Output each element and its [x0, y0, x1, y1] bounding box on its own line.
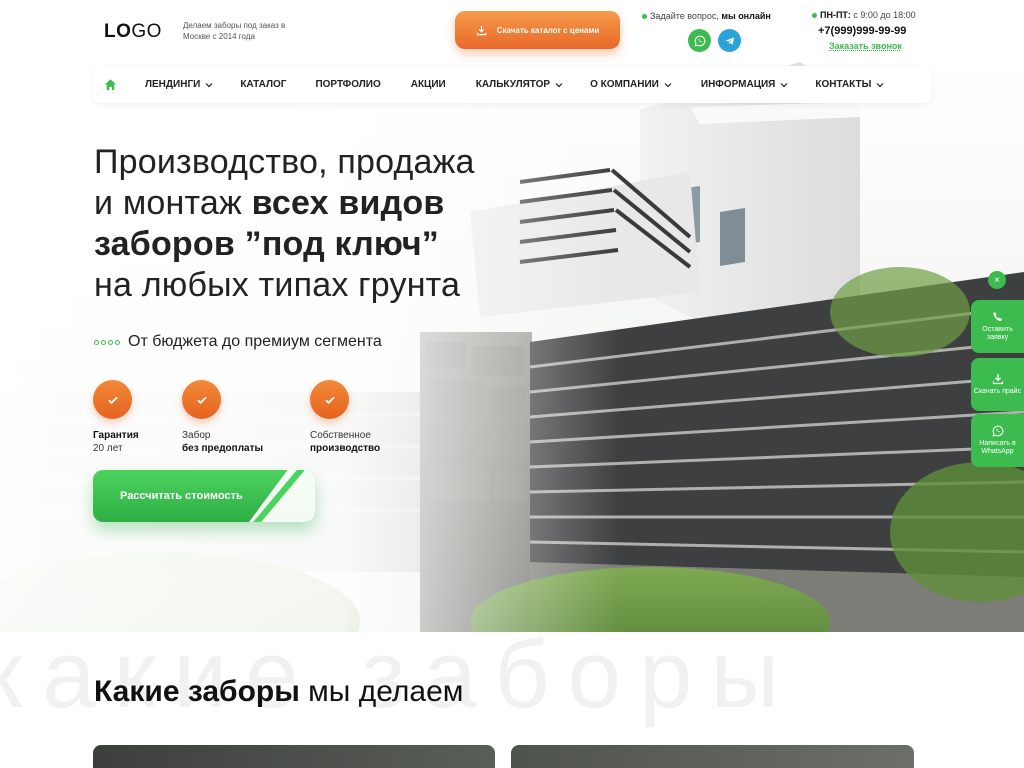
check-icon: [93, 380, 132, 419]
nav-item-contacts[interactable]: КОНТАКТЫ: [815, 66, 884, 103]
hours-dot-icon: [812, 13, 817, 19]
rings-icon: [94, 339, 120, 345]
feature-guarantee: Гарантия 20 лет: [93, 380, 139, 455]
site-header: LOGO Делаем заборы под заказ в Москве с …: [0, 0, 1024, 62]
chevron-down-icon: [780, 82, 788, 87]
whatsapp-icon: [992, 425, 1003, 437]
download-catalog-label: Скачать каталог с ценами: [496, 25, 600, 35]
nav-item-portfolio[interactable]: ПОРТФОЛИО: [315, 66, 380, 103]
hero-headline: Производство, продажа и монтаж всех видо…: [94, 143, 475, 304]
nav-item-catalog[interactable]: КАТАЛОГ: [240, 66, 286, 103]
callback-link[interactable]: Заказать звонок: [829, 41, 902, 51]
calculate-cost-button[interactable]: Рассчитать стоимость: [93, 470, 315, 522]
chevron-down-icon: [555, 82, 563, 87]
chevron-down-icon: [205, 82, 213, 87]
messenger-links: [688, 29, 741, 52]
hero-section: ЛЕНДИНГИ КАТАЛОГ ПОРТФОЛИО АКЦИИ КАЛЬКУЛ…: [0, 62, 1024, 632]
section-title: Какие заборы мы делаем: [94, 675, 464, 708]
tagline: Делаем заборы под заказ в Москве с 2014 …: [183, 21, 286, 41]
main-navigation: ЛЕНДИНГИ КАТАЛОГ ПОРТФОЛИО АКЦИИ КАЛЬКУЛ…: [93, 66, 931, 103]
calculate-cost-label: Рассчитать стоимость: [120, 490, 243, 502]
phone-number[interactable]: +7(999)999-99-99: [818, 25, 906, 37]
download-icon: [476, 25, 486, 35]
hero-subline: От бюджета до премиум сегмента: [94, 333, 382, 351]
download-icon: [992, 374, 1003, 385]
nav-item-calculator[interactable]: КАЛЬКУЛЯТОР: [476, 66, 563, 103]
fence-type-card[interactable]: [93, 745, 495, 768]
online-dot-icon: [642, 14, 647, 20]
nav-item-landings[interactable]: ЛЕНДИНГИ: [145, 66, 213, 103]
fence-type-card[interactable]: [511, 745, 914, 768]
check-icon: [182, 380, 221, 419]
telegram-icon[interactable]: [718, 29, 741, 52]
home-icon[interactable]: [93, 66, 127, 103]
check-icon: [310, 380, 349, 419]
download-price-button[interactable]: Скачать прайс: [971, 358, 1024, 411]
nav-item-information[interactable]: ИНФОРМАЦИЯ: [701, 66, 789, 103]
logo[interactable]: LOGO: [104, 21, 162, 43]
whatsapp-icon[interactable]: [688, 29, 711, 52]
request-button[interactable]: Оставить заявку: [971, 300, 1024, 353]
chevron-down-icon: [664, 82, 672, 87]
whatsapp-button[interactable]: Написать в WhatsApp: [971, 414, 1024, 467]
chevron-down-icon: [877, 82, 884, 87]
feature-own-production: Собственное производство: [310, 380, 380, 455]
close-widget-icon[interactable]: ×: [988, 271, 1006, 289]
nav-item-promotions[interactable]: АКЦИИ: [411, 66, 446, 103]
download-catalog-button[interactable]: Скачать каталог с ценами: [455, 11, 620, 49]
online-status: Задайте вопрос, мы онлайн: [642, 11, 771, 21]
working-hours: ПН-ПТ: с 9:00 до 18:00: [812, 10, 916, 20]
feature-no-prepayment: Забор без предоплаты: [182, 380, 263, 455]
nav-item-about[interactable]: О КОМПАНИИ: [590, 66, 672, 103]
phone-icon: [992, 312, 1002, 321]
